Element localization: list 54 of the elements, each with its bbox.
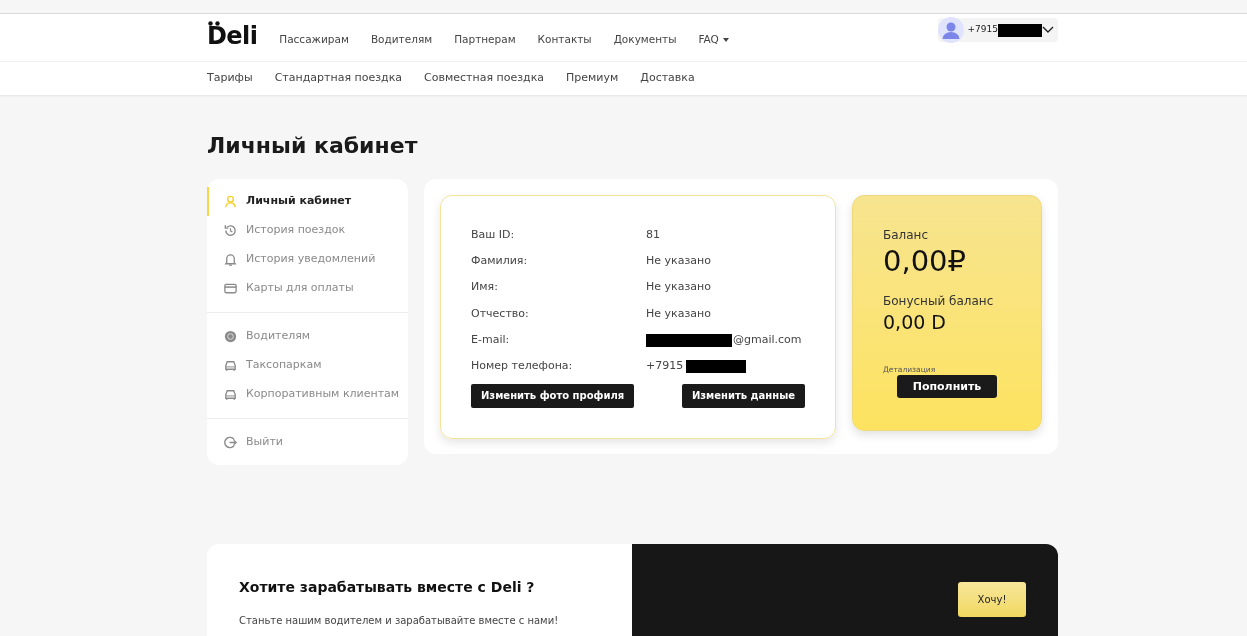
nav-link[interactable]: Водителям	[370, 31, 433, 48]
banner-title: Хотите зарабатывать вместе с Deli ?	[239, 578, 536, 597]
phone-number: +7915	[967, 23, 998, 37]
car-icon	[223, 358, 238, 373]
history-icon	[223, 223, 238, 238]
bonus-label: Бонусный баланс	[883, 293, 995, 310]
sidebar-item[interactable]: Выйти	[207, 428, 408, 457]
card-icon	[223, 281, 238, 296]
subnav-link[interactable]: Совместная поездка	[424, 70, 545, 87]
field-value: Не указано	[646, 279, 711, 296]
field-label: Фамилия:	[471, 253, 529, 270]
action-button[interactable]: Изменить фото профиля	[471, 383, 635, 408]
field-value: +7915	[646, 358, 684, 375]
sidebar-item[interactable]: Личный кабинет	[207, 187, 408, 216]
bonus-amount: 0,00 D	[883, 310, 947, 334]
chevron-down-icon[interactable]	[1042, 26, 1054, 34]
nav-link[interactable]: Документы	[613, 31, 677, 48]
wheel-icon	[223, 329, 238, 344]
nav-link[interactable]: Пассажирам	[279, 31, 349, 48]
field-label: E-mail:	[471, 332, 511, 349]
banner-text: Станьте нашим водителем и зарабатывайте вместе с нами!	[239, 614, 560, 628]
balance-label: Баланс	[883, 227, 930, 244]
sidebar-item[interactable]: Корпоративным клиентам	[207, 380, 408, 409]
field-label: Ваш ID:	[471, 226, 516, 243]
user-icon	[223, 194, 238, 209]
subnav-link[interactable]: Стандартная поездка	[274, 70, 403, 87]
sidebar-item[interactable]: История поездок	[207, 216, 408, 245]
subnav-link[interactable]: Тарифы	[207, 70, 253, 87]
sidebar-item[interactable]: История уведомлений	[207, 245, 408, 274]
subnav-link[interactable]: Премиум	[566, 70, 619, 87]
top-up-button[interactable]: Пополнить	[897, 375, 997, 399]
nav-link[interactable]: Партнерам	[454, 31, 516, 48]
bell-icon	[223, 252, 238, 267]
field-value: Не указано	[646, 305, 711, 322]
sidebar-item[interactable]: Таксопаркам	[207, 351, 408, 380]
subnav-link[interactable]: Доставка	[640, 70, 695, 87]
field-value: 81	[646, 226, 660, 243]
field-value: Не указано	[646, 253, 711, 270]
balance-amount: 0,00₽	[883, 244, 968, 278]
field-label: Номер телефона:	[471, 358, 574, 375]
want-button[interactable]: Хочу!	[958, 582, 1026, 617]
page-title: Личный кабинет	[207, 132, 419, 160]
action-button[interactable]: Изменить данные	[681, 383, 805, 408]
field-value: @gmail.com	[733, 332, 802, 349]
avatar-icon[interactable]	[937, 17, 964, 43]
sidebar-item[interactable]: Карты для оплаты	[207, 274, 408, 303]
field-label: Имя:	[471, 279, 499, 296]
nav-link[interactable]: Контакты	[537, 31, 592, 48]
sidebar-item[interactable]: Водителям	[207, 322, 408, 351]
car-icon	[223, 387, 238, 402]
logout-icon	[223, 435, 238, 450]
logo[interactable]: Deli	[207, 24, 258, 51]
field-label: Отчество:	[471, 305, 530, 322]
nav-link[interactable]: FAQ	[698, 31, 729, 48]
